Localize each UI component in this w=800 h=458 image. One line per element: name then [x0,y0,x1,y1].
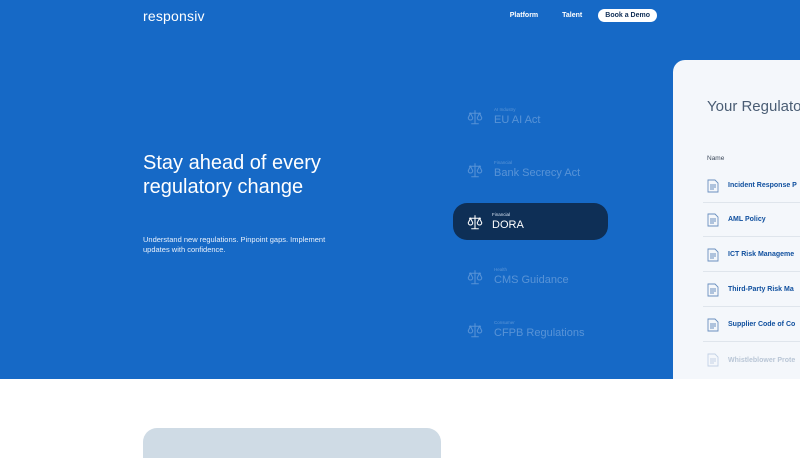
regulation-item-bank-secrecy-act[interactable]: Financial Bank Secrecy Act [466,156,616,184]
regulation-item-cfpb-regulations[interactable]: Consumer CFPB Regulations [466,316,616,344]
scale-icon [467,163,483,178]
document-icon [707,179,719,192]
document-icon [707,318,719,331]
document-row[interactable]: AML Policy [703,203,800,237]
hero-section: responsiv Platform Talent Book a Demo St… [0,0,800,379]
scale-icon [467,323,483,338]
nav-link-platform[interactable]: Platform [510,12,538,19]
hero-subtext: Understand new regulations. Pinpoint gap… [143,235,326,254]
document-name: Third-Party Risk Ma [728,286,794,293]
regulation-item-dora[interactable]: Financial DORA [453,203,608,240]
regulation-item-eu-ai-act[interactable]: AI Industry EU AI Act [466,103,616,131]
top-nav: Platform Talent Book a Demo [486,9,657,22]
scale-icon [467,270,483,285]
nav-link-talent[interactable]: Talent [562,12,582,19]
document-icon [707,248,719,261]
regulation-name: CFPB Regulations [494,327,585,339]
document-name: AML Policy [728,216,766,223]
column-header-name[interactable]: Name [707,155,724,162]
document-row[interactable]: Third-Party Risk Ma [703,273,800,307]
scale-icon [467,214,483,229]
regulation-item-cms-guidance[interactable]: Health CMS Guidance [466,263,616,291]
document-row[interactable]: ICT Risk Manageme [703,238,800,272]
regulation-name: EU AI Act [494,114,541,126]
brand-logo[interactable]: responsiv [143,8,205,24]
document-icon [707,283,719,296]
document-icon [707,353,719,367]
document-icon [707,213,719,226]
document-name: Whistleblower Prote [728,356,796,364]
regulatory-panel: Your Regulatory Name Incident Response P… [673,60,800,379]
document-row[interactable]: Supplier Code of Co [703,308,800,342]
document-row[interactable]: Incident Response P [703,169,800,203]
book-demo-button[interactable]: Book a Demo [598,9,657,22]
hero-headline: Stay ahead of every regulatory change [143,152,321,198]
regulation-name: CMS Guidance [494,274,569,286]
scale-icon [467,110,483,125]
regulation-name: DORA [492,218,524,231]
panel-title: Your Regulatory [707,98,800,115]
regulation-name: Bank Secrecy Act [494,167,581,179]
document-name: Incident Response P [728,182,797,189]
document-name: ICT Risk Manageme [728,251,795,258]
document-row[interactable]: Whistleblower Prote [703,343,800,377]
document-name: Supplier Code of Co [728,321,796,328]
content-card-placeholder [143,428,441,458]
